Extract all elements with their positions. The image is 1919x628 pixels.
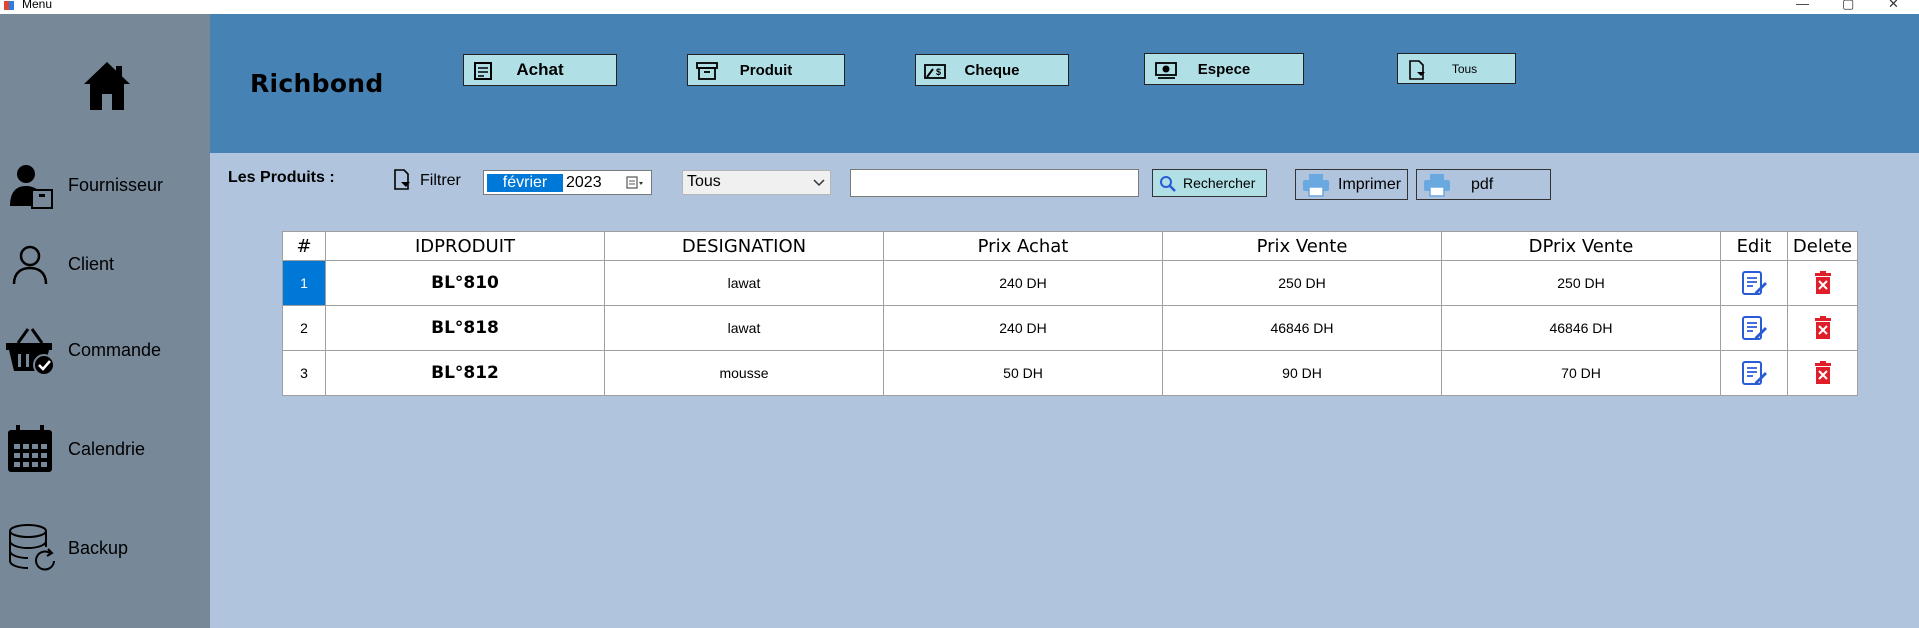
cell-edit — [1720, 305, 1788, 351]
column-header-dprix-vente[interactable]: DPrix Vente — [1441, 231, 1721, 261]
supplier-icon — [10, 165, 53, 209]
cell-edit — [1720, 260, 1788, 306]
column-header-designation[interactable]: DESIGNATION — [604, 231, 884, 261]
search-button[interactable]: Rechercher — [1152, 169, 1267, 197]
espece-label: Espece — [1197, 60, 1251, 78]
printer-icon — [1303, 174, 1329, 197]
database-backup-icon — [9, 524, 55, 571]
row-number[interactable]: 2 — [282, 305, 326, 351]
maximize-button[interactable]: ▢ — [1842, 0, 1854, 12]
window-titlebar: Menu — ▢ ✕ — [0, 0, 1919, 14]
search-input[interactable] — [850, 169, 1139, 197]
search-icon — [1160, 176, 1176, 192]
document-filter-icon[interactable] — [392, 169, 412, 191]
sidebar-item-label: Commande — [68, 340, 162, 360]
cell-prix-achat[interactable]: 50 DH — [883, 350, 1163, 396]
calendar-icon — [8, 425, 52, 472]
search-button-label: Rechercher — [1183, 175, 1256, 191]
sidebar-item-client[interactable]: Client — [0, 236, 210, 296]
print-button-label: Imprimer — [1338, 176, 1402, 193]
edit-icon[interactable] — [1741, 315, 1767, 341]
cell-dprix-vente[interactable]: 70 DH — [1441, 350, 1721, 396]
products-table: # IDPRODUIT DESIGNATION Prix Achat Prix … — [282, 231, 1858, 396]
sidebar-item-commande[interactable]: Commande — [0, 319, 210, 379]
column-header-prix-achat[interactable]: Prix Achat — [883, 231, 1163, 261]
user-icon — [12, 245, 48, 285]
cell-prix-achat[interactable]: 240 DH — [883, 305, 1163, 351]
sidebar-item-label: Backup — [68, 538, 129, 558]
espece-button[interactable]: Espece — [1144, 53, 1304, 85]
close-button[interactable]: ✕ — [1888, 0, 1899, 12]
cell-edit — [1720, 350, 1788, 396]
tous-button[interactable]: Tous — [1397, 53, 1516, 84]
trash-icon[interactable] — [1810, 360, 1836, 386]
sidebar-item-calendrie[interactable]: Calendrie — [0, 418, 210, 478]
sidebar-item-fournisseur[interactable]: Fournisseur — [0, 156, 210, 216]
cell-designation[interactable]: lawat — [604, 260, 884, 306]
cell-prix-vente[interactable]: 46846 DH — [1162, 305, 1442, 351]
category-select-value: Tous — [687, 173, 721, 190]
achat-label: Achat — [516, 60, 564, 79]
sidebar-item-label: Calendrie — [68, 439, 146, 459]
header-bar: Richbond Achat Produit $ Cheque Espece T… — [210, 14, 1919, 153]
date-year[interactable]: 2023 — [566, 174, 602, 192]
date-picker[interactable]: février 2023 — [483, 170, 652, 195]
sidebar-item-label: Fournisseur — [68, 175, 164, 195]
cell-prix-vente[interactable]: 90 DH — [1162, 350, 1442, 396]
pdf-button-label: pdf — [1471, 176, 1494, 193]
achat-button[interactable]: Achat — [463, 54, 617, 86]
produit-label: Produit — [739, 61, 793, 79]
calendar-dropdown-icon[interactable] — [626, 176, 644, 190]
filter-label[interactable]: Filtrer — [420, 172, 461, 190]
home-icon[interactable] — [82, 60, 132, 112]
cell-designation[interactable]: lawat — [604, 305, 884, 351]
column-header-prix-vente[interactable]: Prix Vente — [1162, 231, 1442, 261]
cell-delete — [1787, 350, 1858, 396]
cell-delete — [1787, 305, 1858, 351]
table-row[interactable]: 3 BL°812 mousse 50 DH 90 DH 70 DH — [282, 350, 1858, 396]
cheque-button[interactable]: $ Cheque — [915, 54, 1069, 86]
category-select[interactable]: Tous — [682, 170, 831, 195]
cell-designation[interactable]: mousse — [604, 350, 884, 396]
column-header-edit: Edit — [1720, 231, 1788, 261]
table-row[interactable]: 2 BL°818 lawat 240 DH 46846 DH 46846 DH — [282, 305, 1858, 351]
basket-icon — [6, 328, 55, 375]
brand-title: Richbond — [250, 69, 384, 98]
cheque-label: Cheque — [964, 61, 1020, 79]
trash-icon[interactable] — [1810, 315, 1836, 341]
column-header-num[interactable]: # — [282, 231, 326, 261]
edit-icon[interactable] — [1741, 360, 1767, 386]
window-title: Menu — [22, 0, 53, 11]
table-header-row: # IDPRODUIT DESIGNATION Prix Achat Prix … — [282, 231, 1858, 261]
date-month[interactable]: février — [487, 174, 563, 192]
printer-icon — [1424, 174, 1450, 197]
edit-icon[interactable] — [1741, 270, 1767, 296]
table-row[interactable]: 1 BL°810 lawat 240 DH 250 DH 250 DH — [282, 260, 1858, 306]
column-header-idproduit[interactable]: IDPRODUIT — [325, 231, 605, 261]
section-label: Les Produits : — [228, 169, 335, 186]
cell-dprix-vente[interactable]: 46846 DH — [1441, 305, 1721, 351]
sidebar-item-backup[interactable]: Backup — [0, 517, 210, 577]
chevron-down-icon — [813, 179, 825, 187]
print-button[interactable]: Imprimer — [1295, 169, 1408, 200]
row-number[interactable]: 1 — [282, 260, 326, 306]
tous-label: Tous — [1451, 61, 1478, 76]
cell-idproduit[interactable]: BL°812 — [325, 350, 605, 396]
cell-dprix-vente[interactable]: 250 DH — [1441, 260, 1721, 306]
sidebar: Fournisseur Client Commande Calendrie Ba… — [0, 14, 210, 628]
cell-idproduit[interactable]: BL°818 — [325, 305, 605, 351]
cell-idproduit[interactable]: BL°810 — [325, 260, 605, 306]
cell-prix-achat[interactable]: 240 DH — [883, 260, 1163, 306]
minimize-button[interactable]: — — [1796, 0, 1809, 11]
trash-icon[interactable] — [1810, 270, 1836, 296]
produit-button[interactable]: Produit — [687, 54, 845, 86]
sidebar-item-label: Client — [68, 254, 115, 274]
column-header-delete: Delete — [1787, 231, 1858, 261]
pdf-button[interactable]: pdf — [1416, 169, 1551, 200]
app-icon — [4, 1, 14, 10]
cell-delete — [1787, 260, 1858, 306]
row-number[interactable]: 3 — [282, 350, 326, 396]
cell-prix-vente[interactable]: 250 DH — [1162, 260, 1442, 306]
